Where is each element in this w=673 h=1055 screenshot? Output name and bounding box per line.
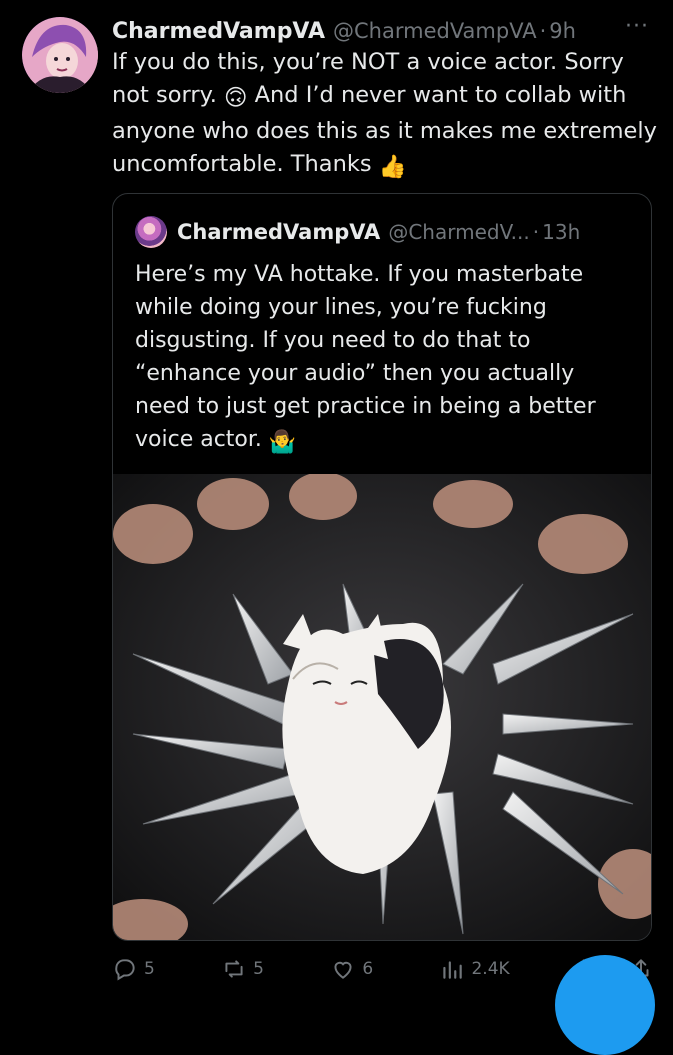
upside-down-face-emoji: 🙃 <box>224 85 248 111</box>
quoted-tweet-image[interactable] <box>113 474 651 940</box>
repost-count: 5 <box>253 959 264 979</box>
quoted-timestamp[interactable]: 13h <box>542 220 580 244</box>
reply-count: 5 <box>144 959 155 979</box>
reply-button[interactable]: 5 <box>112 956 155 982</box>
reply-icon <box>115 959 135 981</box>
repost-icon <box>225 960 243 978</box>
avatar-illustration <box>22 17 98 93</box>
tweet[interactable]: CharmedVampVA @CharmedVampVA · 9h ··· If… <box>0 0 673 1055</box>
repost-button[interactable]: 5 <box>221 956 264 982</box>
timestamp[interactable]: 9h <box>549 19 576 43</box>
quoted-separator-dot: · <box>532 220 540 244</box>
view-count: 2.4K <box>471 959 510 979</box>
views-chart-icon <box>443 961 463 979</box>
separator-dot: · <box>539 19 547 43</box>
display-name[interactable]: CharmedVampVA <box>112 19 325 44</box>
like-button[interactable]: 6 <box>330 956 373 982</box>
quoted-tweet[interactable]: CharmedVampVA @CharmedV... · 13h Here’s … <box>112 193 652 941</box>
heart-icon <box>334 961 352 979</box>
compose-button[interactable] <box>555 955 655 1055</box>
quoted-avatar[interactable] <box>135 216 167 248</box>
thumbs-up-emoji: 👍 <box>378 154 407 180</box>
quoted-display-name[interactable]: CharmedVampVA <box>177 220 380 244</box>
quoted-user-handle[interactable]: @CharmedV... <box>388 220 529 244</box>
tweet-header: CharmedVampVA @CharmedVampVA · 9h ··· <box>112 14 657 48</box>
avatar[interactable] <box>22 17 98 93</box>
cat-surrounded-by-knives-image <box>113 474 651 940</box>
user-handle[interactable]: @CharmedVampVA <box>333 19 537 43</box>
tweet-text: If you do this, you’re NOT a voice actor… <box>112 46 660 184</box>
quoted-tweet-header: CharmedVampVA @CharmedV... · 13h <box>135 216 580 248</box>
views-button[interactable]: 2.4K <box>439 956 510 982</box>
person-shrugging-emoji: 🤷‍♂️ <box>268 430 297 455</box>
quoted-tweet-text: Here’s my VA hottake. If you masterbate … <box>135 258 635 459</box>
quoted-text-body: Here’s my VA hottake. If you masterbate … <box>135 262 603 452</box>
like-count: 6 <box>362 959 374 979</box>
more-options-icon[interactable]: ··· <box>625 14 649 39</box>
